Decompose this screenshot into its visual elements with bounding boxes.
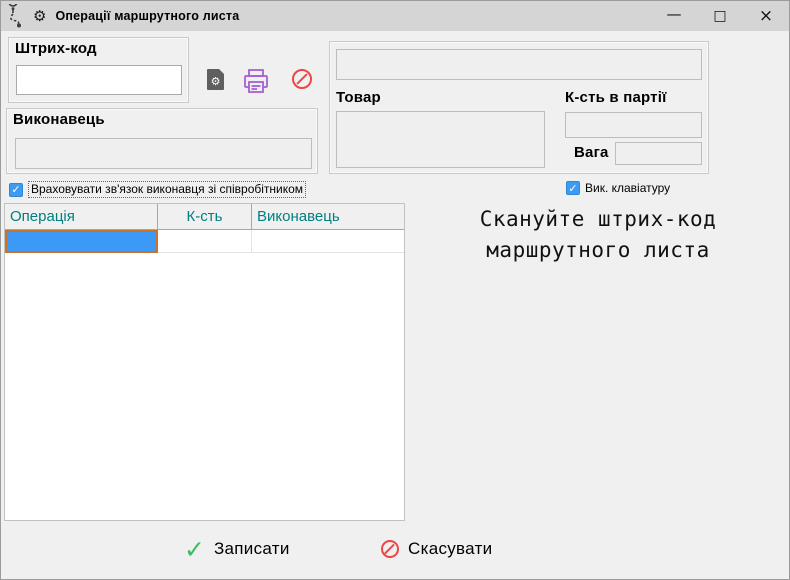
operations-table-header: Операція К-сть Виконавець xyxy=(5,204,404,230)
scanned-sheet-field[interactable] xyxy=(336,49,702,80)
save-check-icon: ✓ xyxy=(184,534,205,564)
maximize-button[interactable]: □ xyxy=(697,1,743,31)
close-button[interactable]: × xyxy=(743,1,789,31)
checkbox-checked-icon[interactable]: ✓ xyxy=(9,182,23,197)
checkbox-checked-icon[interactable]: ✓ xyxy=(566,181,580,195)
window-title: Операції маршрутного листа xyxy=(55,9,240,23)
cancel-button-label: Скасувати xyxy=(408,539,493,558)
route-icon xyxy=(8,4,21,28)
cancel-icon xyxy=(381,540,399,558)
minimize-button[interactable]: — xyxy=(651,1,697,31)
column-header-executor[interactable]: Виконавець xyxy=(252,204,404,230)
document-gear-icon: ⚙ xyxy=(210,75,221,88)
detail-group: Товар К-сть в партії Вага xyxy=(329,41,709,174)
link-executor-checkbox[interactable]: ✓ Враховувати зв'язок виконавця зі співр… xyxy=(9,181,307,198)
app-window: ⚙ Операції маршрутного листа — □ × Штрих… xyxy=(0,0,790,580)
weight-label: Вага xyxy=(574,144,609,161)
barcode-input[interactable] xyxy=(16,65,182,95)
batch-qty-field[interactable] xyxy=(565,112,702,138)
clear-barcode-button[interactable] xyxy=(292,69,312,89)
column-header-operation[interactable]: Операція xyxy=(5,204,158,230)
use-keyboard-checkbox[interactable]: ✓ Вик. клавіатуру xyxy=(566,181,670,195)
column-header-quantity[interactable]: К-сть xyxy=(158,204,252,230)
barcode-group: Штрих-код xyxy=(8,37,189,103)
weight-field[interactable] xyxy=(615,142,702,165)
cancel-button[interactable]: Скасувати xyxy=(381,535,492,563)
barcode-group-label: Штрих-код xyxy=(15,40,97,57)
use-keyboard-checkbox-label: Вик. клавіатуру xyxy=(585,181,671,195)
executor-input[interactable] xyxy=(15,138,312,169)
print-button[interactable] xyxy=(242,67,270,96)
scan-instruction-line1: Скануйте штрих-код xyxy=(479,207,717,231)
selected-cell[interactable] xyxy=(5,230,158,253)
table-cell[interactable] xyxy=(252,230,404,253)
executor-group: Виконавець xyxy=(6,108,318,174)
scan-instruction: Скануйте штрих-код маршрутного листа xyxy=(405,204,789,266)
product-field[interactable] xyxy=(336,111,545,168)
scan-instruction-line2: маршрутного листа xyxy=(486,238,710,262)
save-button[interactable]: ✓ Записати xyxy=(184,535,290,563)
titlebar: ⚙ Операції маршрутного листа — □ × xyxy=(1,1,789,31)
gear-icon: ⚙ xyxy=(33,6,47,25)
executor-group-label: Виконавець xyxy=(13,111,105,128)
operations-table: Операція К-сть Виконавець xyxy=(4,203,405,521)
product-label: Товар xyxy=(336,89,381,106)
import-document-button[interactable]: ⚙ xyxy=(207,68,225,90)
table-cell[interactable] xyxy=(158,230,252,253)
table-row[interactable] xyxy=(5,230,404,253)
batch-qty-label: К-сть в партії xyxy=(565,89,667,106)
link-executor-checkbox-label: Враховувати зв'язок виконавця зі співроб… xyxy=(28,181,307,198)
save-button-label: Записати xyxy=(213,539,290,558)
